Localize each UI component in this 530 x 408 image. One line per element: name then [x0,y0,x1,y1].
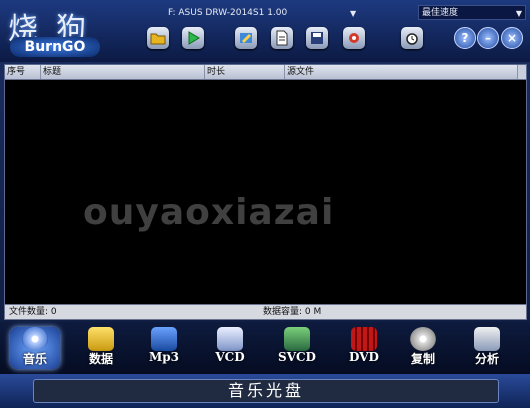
mode-vcd-button[interactable]: VCD [205,327,255,369]
file-count: 文件数量: 0 [9,307,57,317]
drive-label: F: ASUS DRW-2014S1 1.00 [168,8,288,18]
mode-label: 复制 [410,352,435,366]
chevron-down-icon[interactable]: ▼ [516,6,522,21]
mode-copy-button[interactable]: 复制 [398,327,448,369]
mp3-icon [151,327,177,351]
mode-label: Mp3 [148,350,180,364]
new-document-icon [276,30,288,46]
app-logo: 烧狗 BurnGO [4,4,104,58]
save-icon [311,32,323,44]
minimize-button[interactable]: – [477,27,499,49]
save-button[interactable] [306,27,328,49]
analyze-icon [474,327,500,351]
column-header-index[interactable]: 序号 [5,65,41,79]
close-button[interactable]: × [501,27,523,49]
alarm-clock-button[interactable] [401,27,423,49]
svcd-icon [284,327,310,351]
scrollbar[interactable] [518,65,526,79]
open-folder-button[interactable] [147,27,169,49]
column-header-title[interactable]: 标题 [41,65,205,79]
data-folder-icon [88,327,114,351]
mode-svcd-button[interactable]: SVCD [272,327,322,369]
mode-data-button[interactable]: 数据 [76,327,126,369]
vcd-icon [217,327,243,351]
mode-music-button[interactable]: 音乐 [10,327,60,369]
dvd-film-icon [351,327,377,351]
main-window: 烧狗 BurnGO F: ASUS DRW-2014S1 1.00 ▼ 最佳速度… [0,0,530,408]
mode-label: 分析 [474,352,499,366]
mode-label: VCD [215,350,245,364]
disc-icon [22,327,48,351]
mode-label: 音乐 [22,352,47,366]
mode-bar: 音乐 数据 Mp3 VCD SVCD DVD 复制 分析 [0,322,530,374]
mode-label: DVD [349,350,379,364]
mode-label: 数据 [88,352,113,366]
alarm-clock-icon [406,33,418,45]
list-header: 序号 标题 时长 源文件 [5,65,526,80]
mode-dvd-button[interactable]: DVD [339,327,389,369]
logo-english: BurnGO [10,37,100,57]
data-capacity: 数据容量: 0 M [263,307,322,317]
column-header-source[interactable]: 源文件 [285,65,518,79]
play-button[interactable] [182,27,204,49]
current-mode-title: 音乐光盘 [33,379,499,403]
file-list[interactable]: 序号 标题 时长 源文件 ouyaoxiazai [4,64,527,305]
mode-analyze-button[interactable]: 分析 [462,327,512,369]
status-bar: 文件数量: 0 数据容量: 0 M [4,304,527,320]
header: 烧狗 BurnGO F: ASUS DRW-2014S1 1.00 ▼ 最佳速度… [0,0,530,62]
open-folder-icon [150,33,166,45]
settings-button[interactable] [343,27,365,49]
speed-value: 最佳速度 [422,8,459,18]
copy-disc-icon [410,327,436,351]
column-header-duration[interactable]: 时长 [205,65,285,79]
watermark-text: ouyaoxiazai [83,192,335,233]
chevron-down-icon[interactable]: ▼ [350,7,356,20]
edit-icon [240,33,252,43]
help-button[interactable]: ? [454,27,476,49]
play-icon [188,31,200,45]
mode-label: SVCD [278,350,316,364]
edit-button[interactable] [235,27,257,49]
footer-bar: 音乐光盘 [0,374,530,408]
mode-mp3-button[interactable]: Mp3 [139,327,189,369]
settings-icon [349,33,359,43]
new-document-button[interactable] [271,27,293,49]
speed-select[interactable]: 最佳速度 ▼ [418,5,526,20]
drive-selector[interactable]: F: ASUS DRW-2014S1 1.00 ▼ [168,7,358,20]
